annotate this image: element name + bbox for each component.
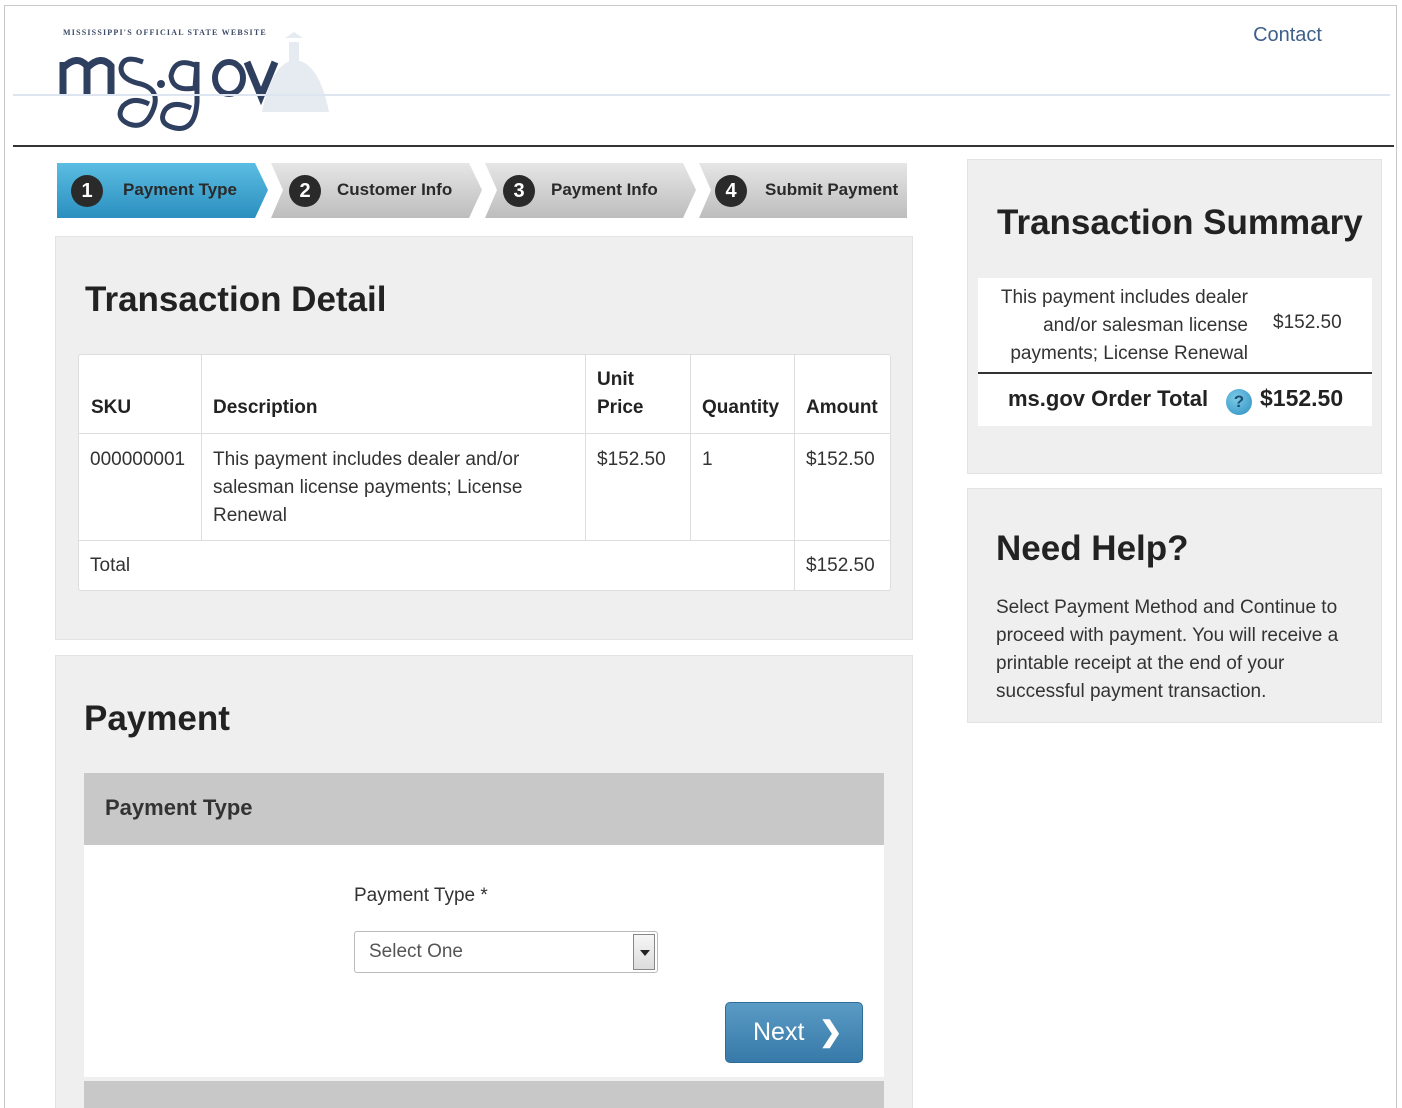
help-text-line: printable receipt at the end of your	[996, 653, 1285, 674]
row-amount: $152.50	[806, 449, 875, 470]
header-divider-light	[13, 94, 1390, 96]
need-help-panel: Need Help? Select Payment Method and Con…	[967, 488, 1382, 723]
transaction-detail-title: Transaction Detail	[85, 280, 387, 319]
payment-title: Payment	[84, 699, 230, 738]
transaction-summary-panel: Transaction Summary This payment include…	[967, 159, 1382, 474]
column-divider	[585, 355, 586, 540]
step-submit-payment[interactable]: 4 Submit Payment	[699, 163, 911, 218]
step-label: Customer Info	[337, 180, 453, 199]
step-label: Payment Type	[123, 180, 238, 199]
step-label: Payment Info	[551, 180, 658, 199]
summary-item-amount: $152.50	[1273, 312, 1342, 333]
summary-item-line: and/or salesman license	[1043, 315, 1248, 336]
payment-type-selected-value: Select One	[369, 941, 463, 962]
total-label: Total	[90, 555, 131, 576]
order-total-label: ms.gov Order Total	[1008, 386, 1209, 411]
row-unit-price: $152.50	[597, 449, 666, 470]
payment-type-field-label: Payment Type *	[354, 885, 488, 906]
transaction-detail-table: SKU Description Unit Price Quantity Amou…	[78, 354, 891, 591]
total-amount: $152.50	[806, 555, 875, 576]
payment-type-section-body: Payment Type * Select One Next ❯	[84, 845, 884, 1077]
payment-type-section-header: Payment Type	[84, 773, 884, 845]
next-section-header	[84, 1081, 884, 1108]
step-number: 1	[71, 175, 103, 207]
step-payment-info[interactable]: 3 Payment Info	[485, 163, 697, 218]
column-header-description: Description	[213, 397, 318, 418]
step-number: 3	[503, 175, 535, 207]
row-sku: 000000001	[90, 449, 186, 470]
summary-item-line: This payment includes dealer	[1000, 287, 1248, 308]
payment-type-section-title: Payment Type	[105, 795, 253, 820]
step-label: Submit Payment	[765, 180, 899, 199]
need-help-text: Select Payment Method and Continue to pr…	[996, 594, 1366, 706]
help-text-line: proceed with payment. You will receive a	[996, 625, 1339, 646]
summary-item-description: This payment includes dealer and/or sale…	[978, 284, 1248, 368]
transaction-summary-title: Transaction Summary	[997, 203, 1363, 242]
help-text-line: Select Payment Method and Continue to	[996, 597, 1338, 618]
dropdown-arrow-icon[interactable]	[633, 934, 655, 970]
step-number: 4	[715, 175, 747, 207]
need-help-title: Need Help?	[996, 529, 1189, 568]
step-number: 2	[289, 175, 321, 207]
row-divider	[79, 433, 890, 434]
order-total-amount: $152.50	[1260, 385, 1344, 411]
step-payment-type[interactable]: 1 Payment Type	[57, 163, 269, 218]
row-quantity: 1	[702, 449, 713, 470]
column-header-unit-price: Unit	[597, 369, 634, 390]
column-header-quantity: Quantity	[702, 397, 780, 418]
ms-gov-logo[interactable]: MISSISSIPPI'S OFFICIAL STATE WEBSITE	[57, 24, 357, 131]
summary-item-line: payments; License Renewal	[1010, 343, 1248, 364]
payment-type-select[interactable]: Select One	[354, 931, 658, 973]
transaction-detail-panel: Transaction Detail SKU Description Unit …	[55, 236, 913, 640]
next-button-label: Next	[753, 1018, 805, 1046]
step-wizard: 1 Payment Type 2 Customer Info 3 Payment…	[57, 163, 907, 218]
help-text-line: successful payment transaction.	[996, 681, 1267, 702]
browser-page: MISSISSIPPI'S OFFICIAL STATE WEBSITE Con…	[4, 5, 1397, 1108]
column-header-sku: SKU	[91, 397, 132, 418]
site-header: MISSISSIPPI'S OFFICIAL STATE WEBSITE Con…	[5, 6, 1396, 147]
summary-divider	[978, 372, 1372, 374]
ms-gov-logo-mark	[59, 32, 329, 131]
row-description-line: Renewal	[213, 505, 287, 526]
row-description-line: salesman license payments; License	[213, 477, 523, 498]
help-question-icon[interactable]: ?	[1226, 389, 1252, 415]
payment-panel: Payment Payment Type Payment Type * Sele…	[55, 655, 913, 1108]
column-divider	[201, 355, 202, 540]
contact-link[interactable]: Contact	[1253, 24, 1322, 47]
column-divider	[794, 355, 795, 590]
next-button[interactable]: Next ❯	[725, 1002, 863, 1063]
chevron-right-icon: ❯	[819, 1016, 843, 1047]
row-description-line: This payment includes dealer and/or	[213, 449, 520, 470]
column-divider	[690, 355, 691, 540]
row-divider	[79, 540, 890, 541]
step-customer-info[interactable]: 2 Customer Info	[271, 163, 483, 218]
column-header-amount: Amount	[806, 397, 878, 418]
summary-box: This payment includes dealer and/or sale…	[978, 278, 1372, 426]
header-divider	[13, 145, 1394, 147]
column-header-unit-price: Price	[597, 397, 644, 418]
